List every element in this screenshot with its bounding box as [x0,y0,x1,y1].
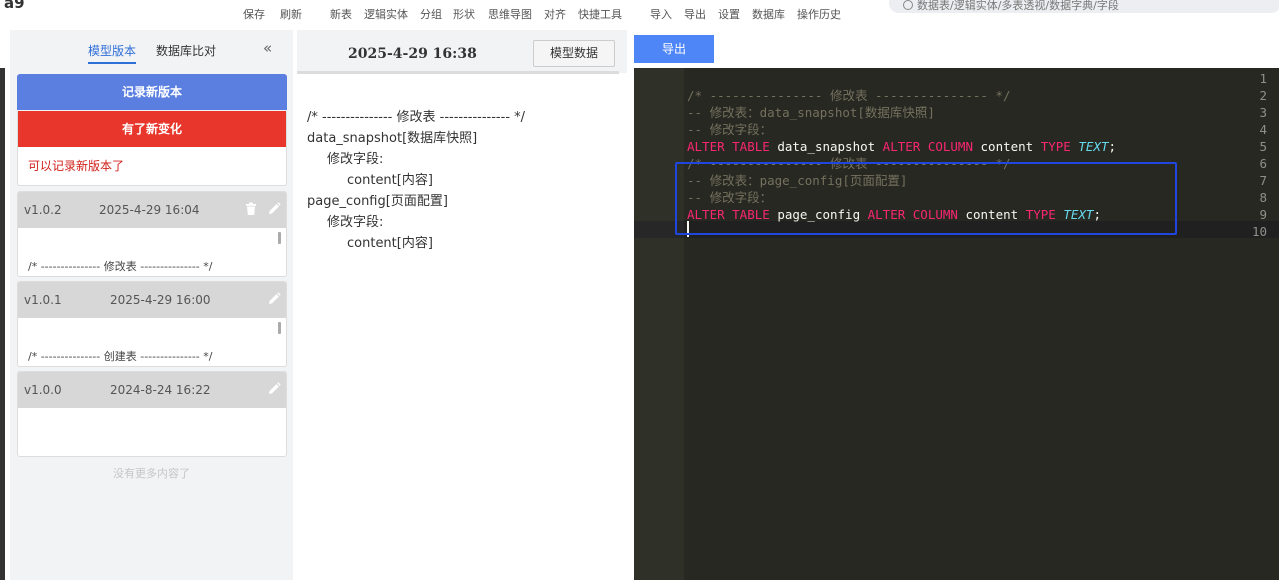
toolbar-history-button[interactable]: 操作历史 [797,6,841,22]
line-number: 1 [1259,71,1267,86]
toolbar-export-button[interactable]: 导出 [684,6,706,22]
toolbar-align-button[interactable]: 对齐 [544,6,566,22]
toolbar-settings-button[interactable]: 设置 [718,6,740,22]
canvas-edge [0,68,5,580]
summary-header: 2025-4-29 16:38 模型数据 [297,30,627,73]
pencil-icon[interactable] [267,202,281,216]
code-token: /* --------------- 修改表 --------------- *… [687,88,1011,103]
version-card-header: v1.0.1 2025-4-29 16:00 [18,282,286,318]
line-number: 3 [1259,105,1267,120]
summary-line: content[内容] [347,173,433,188]
line-number: 6 [1259,156,1267,171]
line-number: 10 [1251,224,1267,239]
trash-icon[interactable] [244,202,258,216]
summary-line: page_config[页面配置] [307,194,448,209]
code-token: data_snapshot [777,139,883,154]
scrollbar-thumb[interactable] [278,322,281,334]
line-number: 7 [1259,173,1267,188]
search-placeholder: 数据表/逻辑实体/多表透视/数据字典/字段 [917,0,1119,12]
version-number: v1.0.1 [24,293,62,307]
toolbar-logic-entity-button[interactable]: 逻辑实体 [364,6,408,22]
code-token: TEXT [1078,139,1109,154]
code-line: -- 修改表：data_snapshot[数据库快照] [687,104,935,121]
toolbar-save-button[interactable]: 保存 [243,6,265,22]
app-logo: a9 [4,0,25,12]
toolbar-shape-button[interactable]: 形状 [453,6,475,22]
toolbar-group-button[interactable]: 分组 [420,6,442,22]
change-message: 可以记录新版本了 [28,159,125,173]
change-summary-list: /* --------------- 修改表 --------------- *… [307,107,525,254]
version-card-body [18,408,286,456]
code-line: -- 修改字段： [687,121,772,138]
code-token: content [980,139,1041,154]
code-line: /* --------------- 修改表 --------------- *… [687,87,1010,104]
search-input[interactable]: 数据表/逻辑实体/多表透视/数据字典/字段 [889,0,1279,13]
code-token: ALTER TABLE [687,139,778,154]
change-banner: 有了新变化 [18,111,286,147]
version-time: 2025-4-29 16:00 [110,293,211,307]
toolbar-import-button[interactable]: 导入 [650,6,672,22]
summary-time: 2025-4-29 16:38 [348,46,477,62]
line-number: 2 [1259,88,1267,103]
pencil-icon[interactable] [267,382,281,396]
summary-line: content[内容] [347,236,433,251]
collapse-sidebar-button[interactable]: « [263,39,272,57]
code-token: ALTER COLUMN [882,139,981,154]
toolbar-quick-tools-button[interactable]: 快捷工具 [578,6,622,22]
change-summary-panel: 2025-4-29 16:38 模型数据 /* --------------- … [297,30,627,580]
change-notice: 有了新变化 可以记录新版本了 [17,111,287,186]
model-data-button[interactable]: 模型数据 [533,40,615,67]
version-card-v1-0-2[interactable]: v1.0.2 2025-4-29 16:04 /* --------------… [17,191,287,277]
summary-line: data_snapshot[数据库快照] [307,131,478,146]
version-summary: /* --------------- 修改表 --------------- *… [28,260,213,273]
toolbar-database-button[interactable]: 数据库 [752,6,785,22]
code-token: -- 修改表：data_snapshot[数据库快照] [687,105,935,120]
editor-gutter [634,68,684,580]
version-number: v1.0.0 [24,383,62,397]
scrollbar-thumb[interactable] [278,232,281,244]
version-sidebar: 模型版本 数据库比对 « 记录新版本 有了新变化 可以记录新版本了 v1.0.2… [10,30,293,580]
version-card-v1-0-0[interactable]: v1.0.0 2024-8-24 16:22 [17,371,287,457]
version-time: 2025-4-29 16:04 [99,203,200,217]
top-toolbar: a9 保存 刷新 新表 逻辑实体 分组 形状 思维导图 对齐 快捷工具 导入 导… [0,0,1279,30]
code-token: ; [1108,139,1117,154]
line-number: 5 [1259,139,1267,154]
code-token: -- 修改字段： [687,122,773,137]
line-number: 4 [1259,122,1267,137]
toolbar-mindmap-button[interactable]: 思维导图 [488,6,532,22]
toolbar-refresh-button[interactable]: 刷新 [280,6,302,22]
summary-line: /* --------------- 修改表 --------------- *… [307,110,526,125]
tab-model-version[interactable]: 模型版本 [88,42,137,64]
code-line: ALTER TABLE data_snapshot ALTER COLUMN c… [687,138,1116,155]
version-summary: /* --------------- 创建表 --------------- *… [28,350,213,363]
record-version-button[interactable]: 记录新版本 [17,74,287,110]
tab-db-compare[interactable]: 数据库比对 [156,42,216,59]
code-token: TYPE [1040,139,1079,154]
summary-line: 修改字段: [327,152,384,167]
line-number: 8 [1259,190,1267,205]
sql-code-editor[interactable]: 1 2 3 4 5 6 7 8 9 10 /* --------------- 修改表 -----… [634,68,1279,580]
line-number: 9 [1259,207,1267,222]
version-number: v1.0.2 [24,203,62,217]
version-card-body: /* --------------- 创建表 --------------- *… [18,318,286,366]
version-card-body: /* --------------- 修改表 --------------- *… [18,228,286,276]
version-card-header: v1.0.0 2024-8-24 16:22 [18,372,286,408]
search-icon [903,0,913,10]
version-time: 2024-8-24 16:22 [110,383,211,397]
summary-line: 修改字段: [327,215,384,230]
no-more-hint: 没有更多内容了 [113,467,190,480]
header-divider [297,71,619,74]
toolbar-new-table-button[interactable]: 新表 [330,6,352,22]
pencil-icon[interactable] [267,292,281,306]
version-card-v1-0-1[interactable]: v1.0.1 2025-4-29 16:00 /* --------------… [17,281,287,367]
annotation-highlight-box [675,162,1177,235]
version-card-header: v1.0.2 2025-4-29 16:04 [18,192,286,228]
export-sql-button[interactable]: 导出 [634,35,714,63]
